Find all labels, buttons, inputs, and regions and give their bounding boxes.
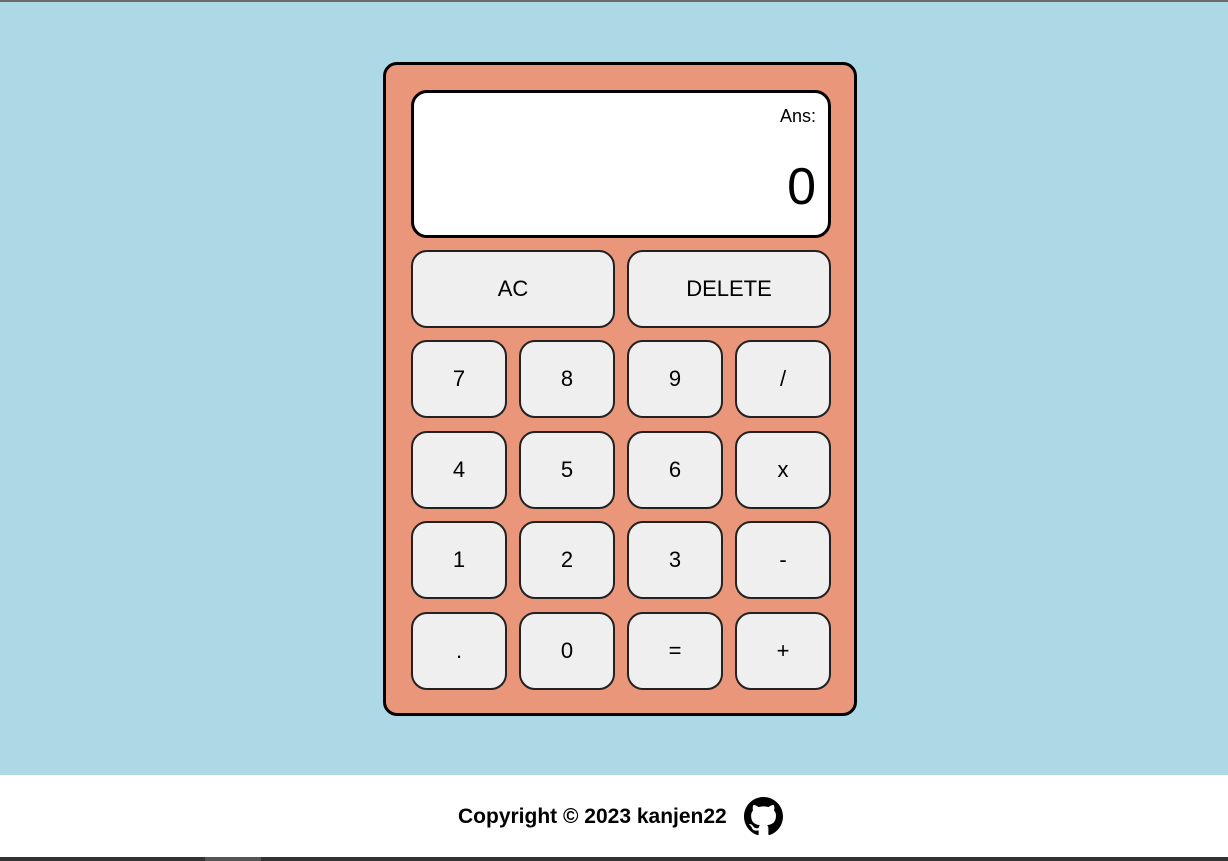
divide-button[interactable]: / [735, 340, 831, 418]
top-border [0, 0, 1228, 2]
minus-button[interactable]: - [735, 521, 831, 599]
digit-0-button[interactable]: 0 [519, 612, 615, 690]
calculator: Ans: 0 AC DELETE 7 8 9 / 4 5 6 x 1 2 3 -… [383, 62, 857, 716]
calculator-display: Ans: 0 [411, 90, 831, 238]
plus-button[interactable]: + [735, 612, 831, 690]
copyright-text: Copyright © 2023 kanjen22 [458, 805, 727, 828]
ac-button[interactable]: AC [411, 250, 615, 328]
digit-2-button[interactable]: 2 [519, 521, 615, 599]
digit-4-button[interactable]: 4 [411, 431, 507, 509]
digit-3-button[interactable]: 3 [627, 521, 723, 599]
scrollbar-thumb[interactable] [205, 857, 261, 861]
current-value: 0 [787, 158, 816, 216]
digit-6-button[interactable]: 6 [627, 431, 723, 509]
multiply-button[interactable]: x [735, 431, 831, 509]
digit-5-button[interactable]: 5 [519, 431, 615, 509]
digit-9-button[interactable]: 9 [627, 340, 723, 418]
decimal-button[interactable]: . [411, 612, 507, 690]
github-icon[interactable] [744, 797, 783, 836]
delete-button[interactable]: DELETE [627, 250, 831, 328]
footer: Copyright © 2023 kanjen22 [0, 775, 1228, 861]
equals-button[interactable]: = [627, 612, 723, 690]
digit-1-button[interactable]: 1 [411, 521, 507, 599]
digit-8-button[interactable]: 8 [519, 340, 615, 418]
digit-7-button[interactable]: 7 [411, 340, 507, 418]
bottom-scrollbar[interactable] [0, 857, 1228, 861]
ans-label: Ans: [779, 106, 816, 126]
